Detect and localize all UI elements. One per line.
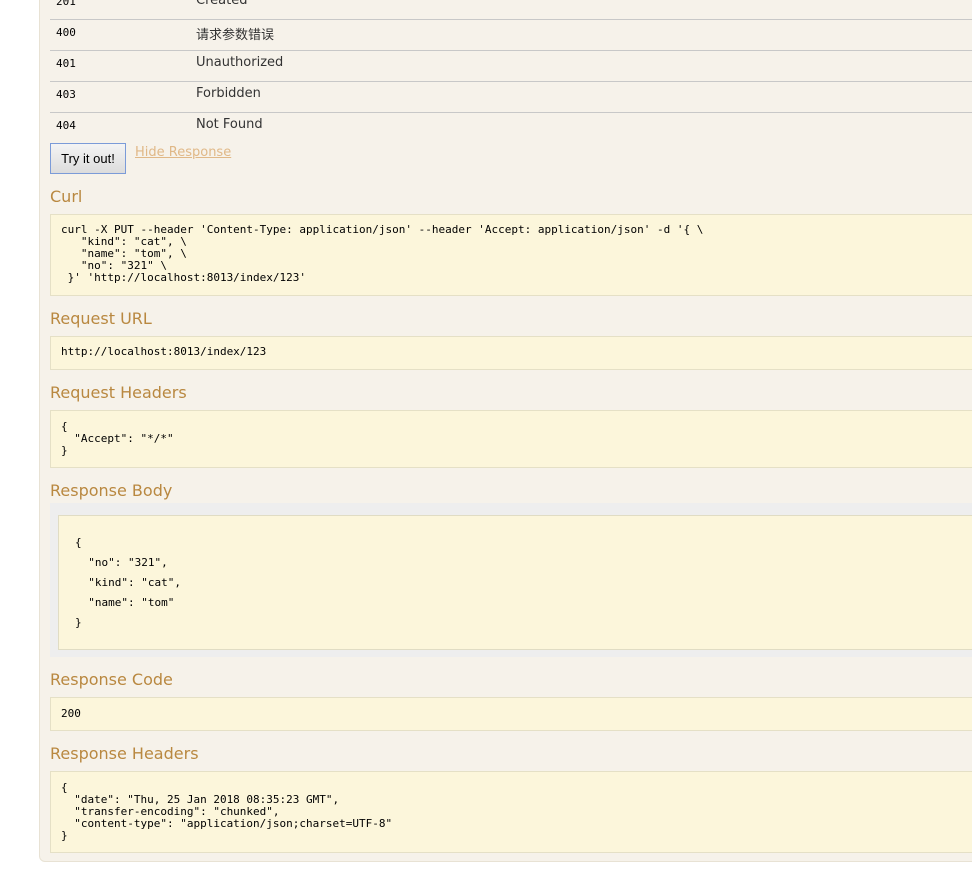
response-row: 400 请求参数错误 bbox=[50, 20, 972, 51]
status-message: 请求参数错误 bbox=[196, 28, 275, 43]
status-code: 400 bbox=[56, 26, 76, 39]
curl-heading: Curl bbox=[50, 187, 83, 206]
status-message: Not Found bbox=[196, 117, 263, 132]
status-message: Unauthorized bbox=[196, 55, 284, 70]
status-message: Forbidden bbox=[196, 86, 261, 101]
request-url-heading: Request URL bbox=[50, 309, 152, 328]
response-row: 403 Forbidden bbox=[50, 82, 972, 113]
hide-response-link[interactable]: Hide Response bbox=[135, 145, 231, 160]
status-code: 201 bbox=[56, 0, 76, 8]
status-message: Created bbox=[196, 0, 248, 8]
response-headers-value: { "date": "Thu, 25 Jan 2018 08:35:23 GMT… bbox=[50, 771, 972, 853]
request-headers-heading: Request Headers bbox=[50, 383, 187, 402]
response-body-container: { "no": "321", "kind": "cat", "name": "t… bbox=[50, 503, 972, 657]
response-body-heading: Response Body bbox=[50, 481, 173, 500]
response-code-heading: Response Code bbox=[50, 670, 173, 689]
response-code-value: 200 bbox=[50, 697, 972, 731]
status-code: 403 bbox=[56, 88, 76, 101]
try-it-out-button[interactable]: Try it out! bbox=[50, 143, 126, 174]
status-code: 401 bbox=[56, 57, 76, 70]
response-row: 201 Created bbox=[50, 0, 972, 20]
response-row: 404 Not Found bbox=[50, 113, 972, 144]
curl-command: curl -X PUT --header 'Content-Type: appl… bbox=[50, 214, 972, 296]
response-headers-heading: Response Headers bbox=[50, 744, 199, 763]
response-body-value: { "no": "321", "kind": "cat", "name": "t… bbox=[58, 515, 972, 650]
response-row: 401 Unauthorized bbox=[50, 51, 972, 82]
request-headers-value: { "Accept": "*/*" } bbox=[50, 410, 972, 468]
request-url-value: http://localhost:8013/index/123 bbox=[50, 336, 972, 370]
status-code: 404 bbox=[56, 119, 76, 132]
